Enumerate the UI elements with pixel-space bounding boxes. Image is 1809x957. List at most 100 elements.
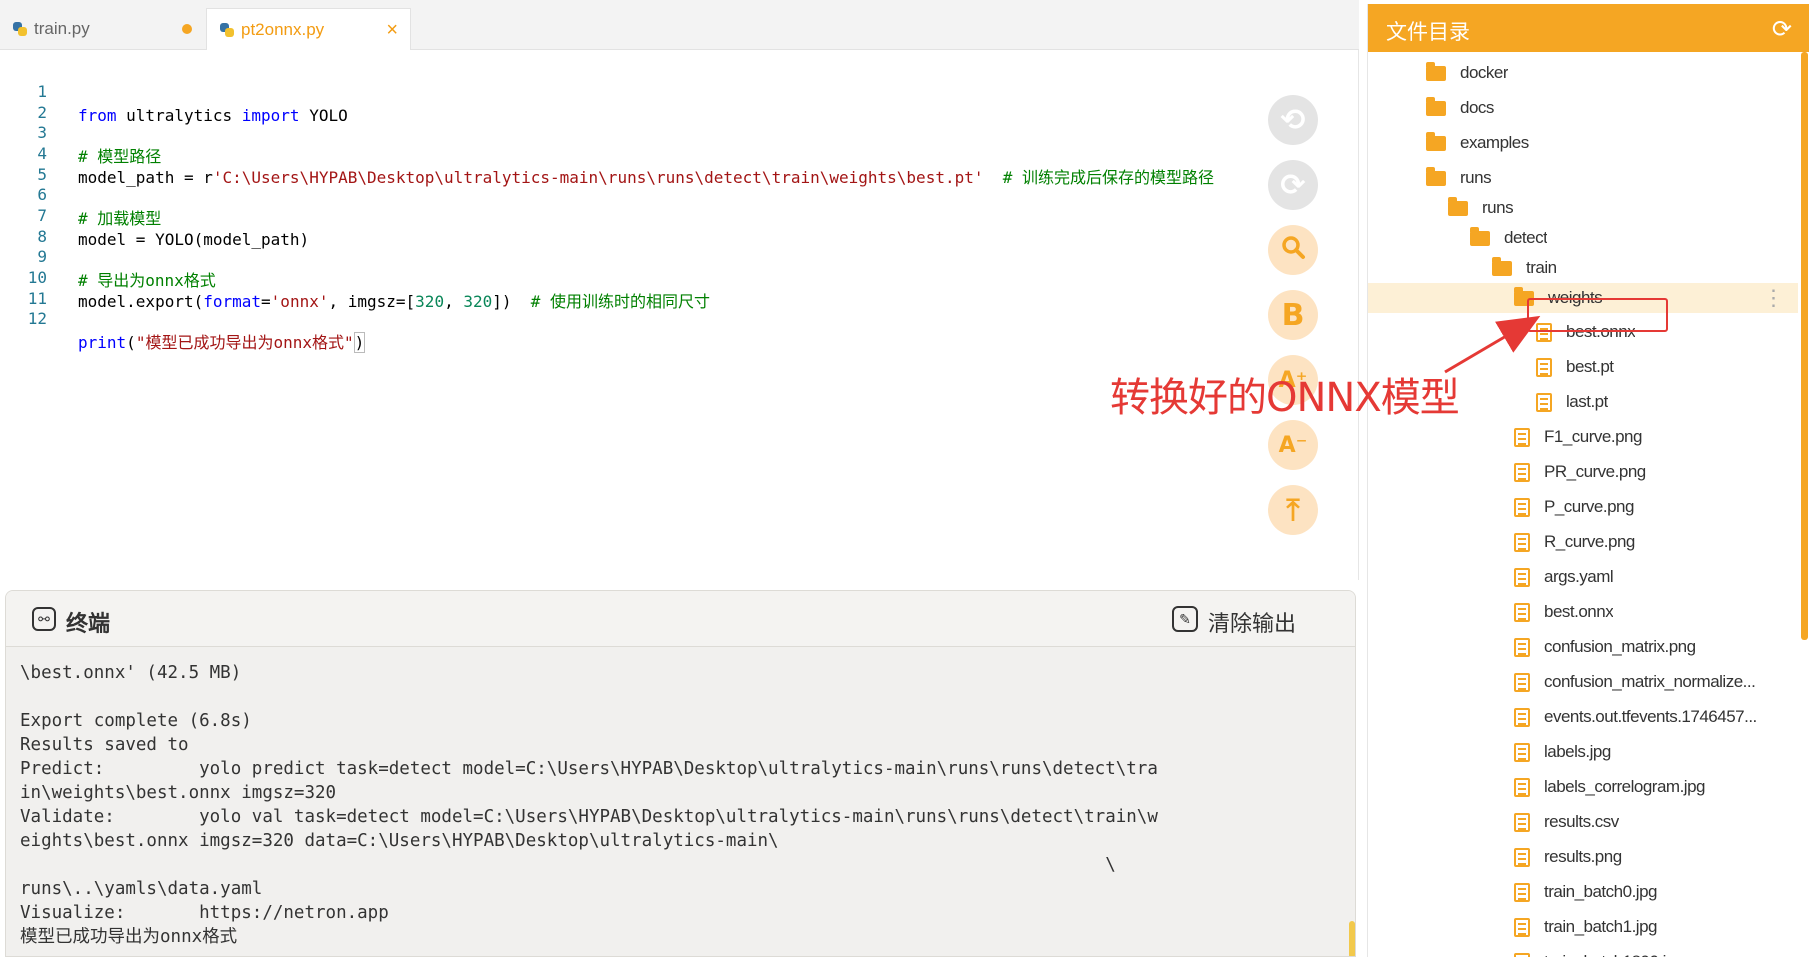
file-item[interactable]: events.out.tfevents.1746457... [1368,702,1798,732]
file-item[interactable]: labels.jpg [1368,737,1798,767]
file-name: labels_correlogram.jpg [1544,777,1705,796]
clear-output-button[interactable]: 清除输出 [1208,606,1296,638]
file-icon [1514,532,1530,552]
bold-button[interactable]: B [1268,290,1318,340]
file-icon [1514,602,1530,622]
file-item[interactable]: labels_correlogram.jpg [1368,772,1798,802]
file-item[interactable]: R_curve.png [1368,527,1798,557]
file-name: last.pt [1566,392,1608,411]
file-name: args.yaml [1544,567,1614,586]
file-icon [1514,847,1530,867]
file-item[interactable]: train_batch1890.jpg [1368,947,1798,957]
folder-item[interactable]: runs [1368,193,1798,223]
highlight-box [1527,298,1668,332]
folder-item[interactable]: detect [1368,223,1798,253]
code-area[interactable]: 1 from ultralytics import YOLO 2 3 # 模型路… [0,50,1359,580]
tab-pt2onnx-py[interactable]: pt2onnx.py × [206,8,411,50]
file-name: examples [1460,133,1529,152]
file-item[interactable]: train_batch0.jpg [1368,877,1798,907]
file-name: P_curve.png [1544,497,1634,516]
file-directory-header: 文件目录 ⟳ [1368,4,1809,52]
tab-label: train.py [34,19,90,38]
file-item[interactable]: best.onnx [1368,597,1798,627]
clear-output-icon[interactable]: ✎ [1172,606,1198,632]
file-item[interactable]: results.csv [1368,807,1798,837]
terminal-header: ⚯ 终端 ✎ 清除输出 [6,591,1355,647]
tab-label: pt2onnx.py [241,19,325,39]
file-name: labels.jpg [1544,742,1611,761]
file-item[interactable]: confusion_matrix.png [1368,632,1798,662]
file-icon [1514,812,1530,832]
file-name: results.png [1544,847,1622,866]
file-name: docker [1460,63,1509,82]
terminal-title: 终端 [66,611,111,636]
more-options-icon[interactable]: ⋮ [1763,283,1785,313]
file-icon [1514,917,1530,937]
file-item[interactable]: confusion_matrix_normalize... [1368,667,1798,697]
terminal-scrollbar[interactable] [1349,921,1355,956]
code-editor[interactable]: train.py pt2onnx.py × 1 from ultralytics… [0,0,1359,580]
folder-icon [1448,196,1468,216]
file-name: train_batch0.jpg [1544,882,1657,901]
file-item[interactable]: results.png [1368,842,1798,872]
font-decrease-icon: A⁻ [1278,432,1308,458]
bold-icon: B [1281,297,1305,333]
search-icon [1280,233,1306,268]
file-name: train_batch1890.jpg [1544,952,1684,957]
terminal-panel[interactable]: ⚯ 终端 ✎ 清除输出 \best.onnx' (42.5 MB) Export… [5,590,1356,957]
code-line: 12 print("模型已成功导出为onnx格式") [0,283,1359,353]
folder-item[interactable]: docs [1368,93,1798,123]
file-item[interactable]: F1_curve.png [1368,422,1798,452]
scroll-top-icon: ⤒ [1286,492,1300,528]
file-name: detect [1504,228,1548,247]
unsaved-dot-icon [182,24,192,34]
file-name: R_curve.png [1544,532,1635,551]
undo-icon: ⟲ [1280,102,1306,138]
python-file-icon [12,21,28,37]
file-icon [1514,952,1530,957]
refresh-icon[interactable]: ⟳ [1772,15,1792,44]
python-file-icon [219,22,235,38]
tab-bar: train.py pt2onnx.py × [0,0,1359,50]
file-name: confusion_matrix.png [1544,637,1696,656]
file-name: events.out.tfevents.1746457... [1544,707,1757,726]
folder-icon [1470,226,1490,246]
file-icon [1514,637,1530,657]
folder-item[interactable]: examples [1368,128,1798,158]
file-name: train_batch1.jpg [1544,917,1657,936]
file-name: train [1526,258,1557,277]
file-item[interactable]: train_batch1.jpg [1368,912,1798,942]
file-item[interactable]: PR_curve.png [1368,457,1798,487]
file-name: F1_curve.png [1544,427,1642,446]
file-name: best.pt [1566,357,1614,376]
font-decrease-button[interactable]: A⁻ [1268,420,1318,470]
tab-train-py[interactable]: train.py [0,8,204,50]
file-icon [1514,462,1530,482]
file-item[interactable]: args.yaml [1368,562,1798,592]
undo-button[interactable]: ⟲ [1268,95,1318,145]
link-icon: ⚯ [32,607,56,631]
annotation-label: 转换好的ONNX模型 [1110,375,1460,421]
folder-icon [1492,256,1512,276]
folder-item[interactable]: runs [1368,163,1798,193]
file-tree-scrollbar[interactable] [1801,52,1808,640]
scroll-top-button[interactable]: ⤒ [1268,485,1318,535]
terminal-output[interactable]: \best.onnx' (42.5 MB) Export complete (6… [20,661,1330,956]
file-item[interactable]: P_curve.png [1368,492,1798,522]
file-name: PR_curve.png [1544,462,1646,481]
file-name: runs [1482,198,1514,217]
file-name: confusion_matrix_normalize... [1544,672,1756,691]
folder-item[interactable]: docker [1368,58,1798,88]
folder-icon [1426,131,1446,151]
folder-item[interactable]: train [1368,253,1798,283]
redo-icon: ⟳ [1280,167,1306,203]
file-name: best.onnx [1544,602,1614,621]
search-button[interactable] [1268,225,1318,275]
code-string: "模型已成功导出为onnx格式" [135,333,354,352]
file-icon [1514,777,1530,797]
line-number: 12 [27,309,47,328]
close-tab-icon[interactable]: × [386,20,398,40]
redo-button[interactable]: ⟳ [1268,160,1318,210]
file-directory-title: 文件目录 [1386,21,1470,44]
file-icon [1514,497,1530,517]
